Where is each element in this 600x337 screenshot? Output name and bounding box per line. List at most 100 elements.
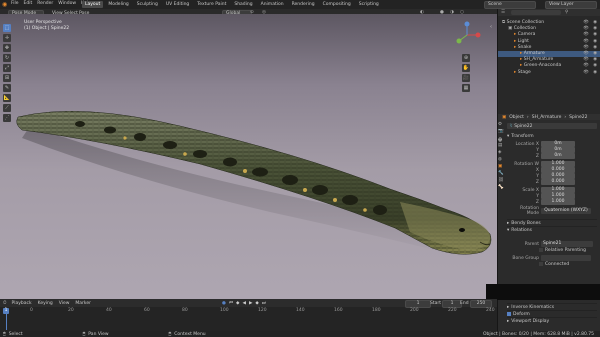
outliner-editor-icon[interactable]: ☰ [501, 10, 505, 15]
menu-timeline-view[interactable]: View [59, 301, 70, 306]
location-y-field[interactable]: 0m [541, 147, 575, 153]
properties-breadcrumb: ▣ Object › SH_Armature › Spine22 [498, 114, 600, 120]
world-tab-icon[interactable]: ◍ [498, 157, 505, 164]
transform-header[interactable]: ▾ Transform [507, 133, 597, 139]
scale-x-label: Scale X [522, 187, 539, 193]
menu-window[interactable]: Window [58, 1, 76, 6]
scale-z-label: Z [535, 199, 539, 205]
tab-rendering[interactable]: Rendering [289, 1, 318, 8]
modifiers-tab-icon[interactable]: 🔧 [498, 171, 505, 178]
tab-sculpting[interactable]: Sculpting [134, 1, 161, 8]
scene-selector[interactable]: Scene [484, 1, 536, 9]
status-context: Context Menu [174, 331, 206, 337]
tab-scripting[interactable]: Scripting [356, 1, 382, 8]
timeline-header: ⏱ Playback Keying View Marker ● ⏮ ◆ ◀ ▶ … [0, 299, 497, 308]
rotation-w-field[interactable]: 1.000 [541, 161, 575, 167]
relations-header[interactable]: ▾ Relations [507, 226, 597, 233]
output-tab-icon[interactable]: 🖶 [498, 136, 505, 143]
rotation-y-field[interactable]: 0.000 [541, 173, 575, 179]
bone-icon: ⌇ [510, 123, 513, 129]
deform-checkbox[interactable] [507, 312, 511, 316]
visibility-eye-icon[interactable]: 👁 [583, 70, 589, 76]
view-layer-tab-icon[interactable]: ▤ [498, 143, 505, 150]
breadcrumb-object: Object [509, 114, 524, 120]
tab-animation[interactable]: Animation [258, 1, 287, 8]
outliner-item-label: SH_Armature [523, 57, 554, 63]
connected-row[interactable]: Connected [507, 261, 597, 267]
rotation-mode-select[interactable]: Quaternion (WXYZ) [541, 208, 591, 214]
frame-ruler[interactable]: 0 20 40 60 80 100 120 140 160 180 200 220 240 [0, 308, 497, 314]
menu-playback[interactable]: Playback [12, 301, 32, 306]
connected-checkbox[interactable] [539, 262, 543, 266]
status-select: Select [8, 331, 23, 337]
rotation-z-field[interactable]: 0.000 [541, 179, 575, 185]
location-y-label: Y [536, 147, 539, 153]
status-stats: Object | Bones: 0/20 | Mem: 628.8 MiB | … [483, 331, 594, 337]
outliner-item[interactable]: ▸ Stage 👁 ◉ [498, 70, 600, 76]
tab-modeling[interactable]: Modeling [105, 1, 131, 8]
bendy-bones-header[interactable]: ▸ Bendy Bones [507, 219, 597, 226]
relative-parenting-checkbox[interactable] [539, 248, 543, 252]
frame-tick-label: 160 [334, 308, 343, 313]
play-icon[interactable]: ▶ [249, 301, 252, 306]
end-frame-field[interactable]: 250 [470, 300, 492, 308]
jump-end-icon[interactable]: ⏭ [262, 300, 266, 306]
timeline-editor-icon[interactable]: ⏱ [3, 300, 7, 306]
scale-x-field[interactable]: 1.000 [541, 187, 575, 193]
scale-y-field[interactable]: 1.000 [541, 193, 575, 199]
connected-label: Connected [545, 261, 570, 267]
blender-logo-icon[interactable]: ◉ [2, 1, 7, 8]
filter-icon[interactable]: ⚲ [565, 10, 568, 15]
inverse-kinematics-header[interactable]: ▸ Inverse Kinematics [507, 303, 597, 310]
scale-z-field[interactable]: 1.000 [541, 199, 575, 205]
3d-viewport[interactable]: User Perspective (1) Object | Spine22 ⬚ … [0, 14, 497, 299]
frame-tick-label: 140 [296, 308, 305, 313]
bone-name-value: Spine22 [514, 123, 533, 129]
rotation-x-field[interactable]: 0.000 [541, 167, 575, 173]
transform-title: Transform [511, 133, 534, 139]
menu-marker[interactable]: Marker [75, 301, 91, 306]
menu-edit[interactable]: Edit [24, 1, 33, 6]
prev-key-icon[interactable]: ◆ [236, 301, 239, 306]
outliner-search-input[interactable] [511, 10, 562, 15]
menu-file[interactable]: File [11, 1, 19, 6]
location-z-field[interactable]: 0m [541, 153, 575, 159]
render-visibility-icon[interactable]: ◉ [593, 70, 597, 76]
start-frame-field[interactable]: 1 [442, 300, 462, 308]
bone-tab-icon[interactable]: 🦴 [498, 185, 505, 192]
bone-name-field[interactable]: ⌇ Spine22 [507, 123, 597, 129]
bone-group-field[interactable] [541, 255, 591, 261]
tool-tab-icon[interactable]: ⚙ [498, 122, 505, 129]
parent-field[interactable]: Spine21 [541, 241, 593, 247]
object-tab-icon[interactable]: ▣ [498, 164, 505, 171]
workspace-tabs: Layout Modeling Sculpting UV Editing Tex… [82, 1, 384, 8]
tab-shading[interactable]: Shading [231, 1, 255, 8]
outliner-item-label: Stage [517, 69, 531, 75]
play-reverse-icon[interactable]: ◀ [242, 301, 245, 306]
menu-keying[interactable]: Keying [38, 301, 53, 306]
relative-parenting-row[interactable]: Relative Parenting [507, 247, 597, 253]
current-frame-field[interactable]: 1 [405, 300, 431, 308]
bone-group-label: Bone Group [512, 255, 539, 261]
viewport-display-header[interactable]: ▸ Viewport Display [507, 317, 597, 324]
record-icon[interactable]: ● [222, 301, 226, 306]
status-pan: Pan View [88, 331, 109, 337]
rotation-x-label: X [535, 167, 539, 173]
menu-render[interactable]: Render [37, 1, 53, 6]
view-layer-selector[interactable]: View Layer [545, 1, 597, 9]
scene-tab-icon[interactable]: ◈ [498, 150, 505, 157]
constraints-tab-icon[interactable]: ⛓ [498, 178, 505, 185]
properties-lower: ▸ Inverse Kinematics Deform ▸ Viewport D… [507, 303, 597, 324]
snake-model[interactable] [0, 14, 497, 299]
tab-uv-editing[interactable]: UV Editing [163, 1, 192, 8]
location-x-field[interactable]: 0m [541, 141, 575, 147]
deform-header[interactable]: Deform [507, 310, 597, 317]
rotation-mode-row: Rotation Mode Quaternion (WXYZ) [507, 206, 597, 216]
transform-fields: Location X 0m Y 0m Z 0m Rotation W 1.000 X 0.000 Y… [507, 141, 597, 205]
jump-start-icon[interactable]: ⏮ [229, 300, 233, 306]
next-key-icon[interactable]: ◆ [255, 301, 258, 306]
tab-compositing[interactable]: Compositing [320, 1, 354, 8]
tab-texture-paint[interactable]: Texture Paint [194, 1, 229, 8]
render-tab-icon[interactable]: 📷 [498, 129, 505, 136]
tab-layout[interactable]: Layout [82, 1, 104, 8]
